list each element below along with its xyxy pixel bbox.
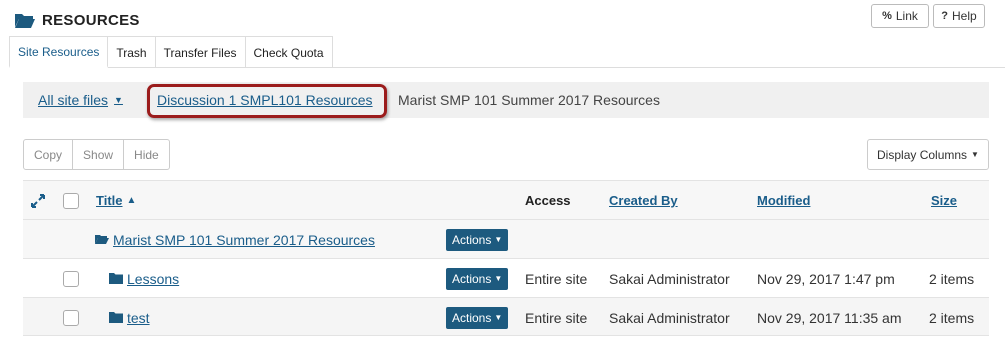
size-header-label: Size [931,193,958,208]
actions-button[interactable]: Actions ▼ [446,306,509,329]
caret-down-icon: ▼ [494,313,503,322]
tab-site-resources[interactable]: Site Resources [9,36,109,68]
resources-table: Title ▲ Access Created By Modified Size … [23,180,989,336]
tab-divider [9,67,1005,68]
actions-button[interactable]: Actions ▼ [446,267,509,290]
question-icon: ? [941,10,949,22]
row-size: 2 items [929,309,975,326]
access-header-label: Access [525,193,571,208]
caret-down-icon: ▼ [494,235,503,244]
link-button-label: Link [895,9,918,23]
modified-header-label: Modified [757,193,811,208]
row-modified: Nov 29, 2017 11:35 am [757,309,902,326]
page-title: RESOURCES [42,11,140,29]
row-created-by: Sakai Administrator [609,270,730,287]
parent-folder-row: Marist SMP 101 Summer 2017 Resources Act… [23,219,989,258]
caret-down-icon: ▼ [971,150,979,159]
bulk-action-group: Copy Show Hide [23,139,170,170]
show-button[interactable]: Show [72,139,125,170]
breadcrumb: All site files ▼ Discussion 1 SMPL101 Re… [23,82,989,118]
row-actions-cell: Actions ▼ [446,259,509,298]
expand-arrows-icon [31,193,45,208]
tab-trash[interactable]: Trash [107,36,156,68]
row-actions-cell: Actions ▼ [446,298,509,337]
row-access: Entire site [525,270,588,287]
row-size: 2 items [929,270,975,287]
parent-folder-title-cell: Marist SMP 101 Summer 2017 Resources [95,220,375,259]
help-button[interactable]: ? Help [933,4,985,28]
table-row: Lessons Actions ▼ Entire site Sakai Admi… [23,258,989,297]
select-all-checkbox[interactable] [63,192,79,209]
actions-button[interactable]: Actions ▼ [446,228,509,251]
tool-tabs: Site Resources Trash Transfer Files Chec… [9,36,333,68]
link-icon: % [882,10,892,22]
parent-folder-link[interactable]: Marist SMP 101 Summer 2017 Resources [113,232,375,248]
row-checkbox-cell [63,298,79,337]
copy-button[interactable]: Copy [23,139,74,170]
folder-open-icon [15,14,35,28]
title-column-header[interactable]: Title ▲ [96,181,136,220]
created-by-header-label: Created By [609,193,678,208]
tab-check-quota[interactable]: Check Quota [244,36,333,68]
actions-label: Actions [452,232,492,247]
parent-actions-cell: Actions ▼ [446,220,509,259]
row-title-cell: test [109,298,150,337]
hide-button[interactable]: Hide [123,139,170,170]
tab-transfer-files[interactable]: Transfer Files [154,36,246,68]
row-checkbox-cell [63,259,79,298]
sort-ascending-icon: ▲ [126,195,137,206]
folder-icon [109,273,123,284]
folder-icon [109,312,123,323]
help-button-label: Help [952,9,977,23]
row-checkbox[interactable] [63,270,79,287]
title-header-label: Title [96,193,123,208]
row-modified: Nov 29, 2017 1:47 pm [757,270,895,287]
link-button[interactable]: % Link [871,4,929,28]
caret-down-icon: ▼ [114,95,123,105]
row-checkbox[interactable] [63,309,79,326]
caret-down-icon: ▼ [494,274,503,283]
created-by-column-header[interactable]: Created By [609,181,678,220]
breadcrumb-all-site-files[interactable]: All site files ▼ [38,82,123,118]
table-header-row: Title ▲ Access Created By Modified Size [23,180,989,219]
row-created-by: Sakai Administrator [609,309,730,326]
row-title-cell: Lessons [109,259,179,298]
size-column-header[interactable]: Size [931,181,957,220]
select-all-checkbox-cell [63,181,79,220]
tool-title: RESOURCES [14,9,140,31]
folder-open-icon [95,235,109,244]
breadcrumb-current-folder: Marist SMP 101 Summer 2017 Resources [398,92,660,108]
folder-link[interactable]: Lessons [127,271,179,287]
access-column-header: Access [525,181,571,220]
modified-column-header[interactable]: Modified [757,181,810,220]
display-columns-button[interactable]: Display Columns ▼ [867,139,989,170]
row-access: Entire site [525,309,588,326]
table-row: test Actions ▼ Entire site Sakai Adminis… [23,297,989,336]
breadcrumb-all-label: All site files [38,92,109,108]
actions-label: Actions [452,271,492,286]
actions-label: Actions [452,310,492,325]
display-columns-label: Display Columns [877,147,968,162]
expand-all-icon[interactable] [31,181,45,220]
folder-link[interactable]: test [127,310,150,326]
breadcrumb-parent-folder[interactable]: Discussion 1 SMPL101 Resources [157,82,373,118]
